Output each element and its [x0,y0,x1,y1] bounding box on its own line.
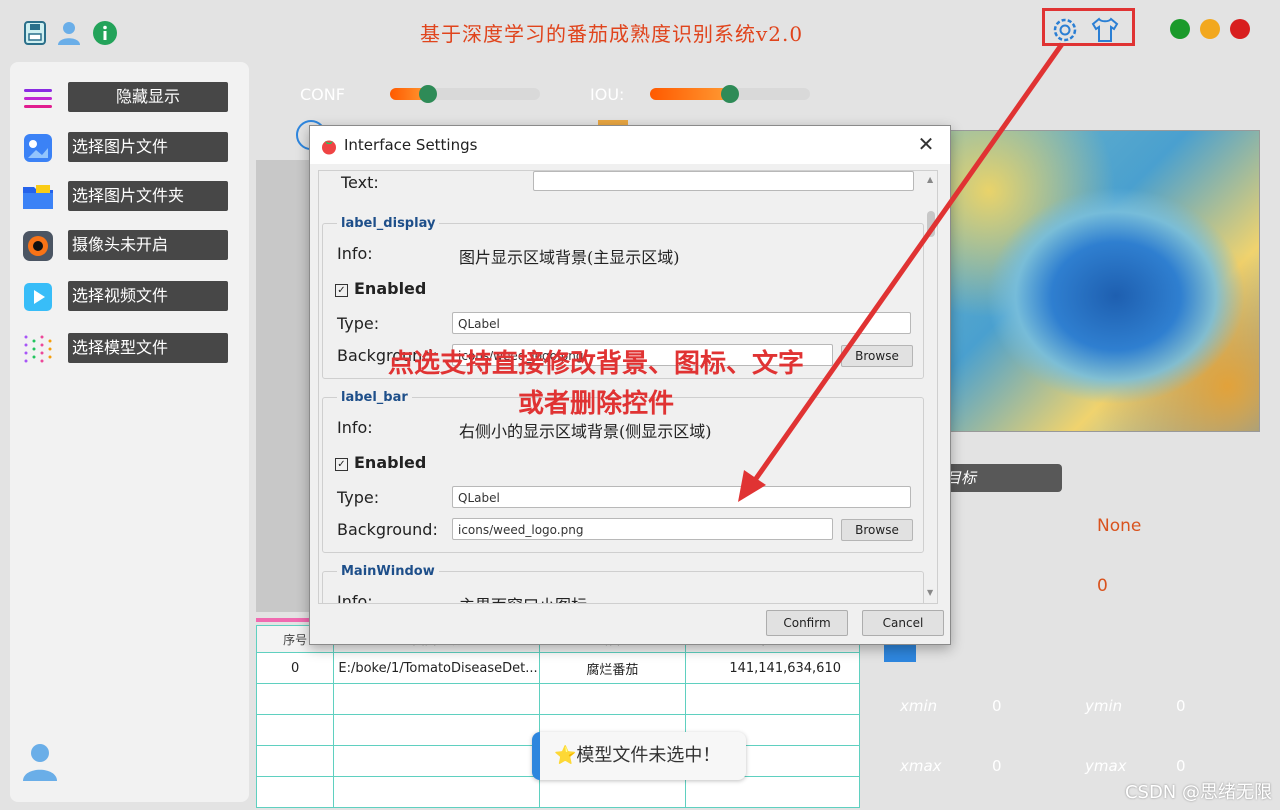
annotation-text: 点选支持直接修改背景、图标、文字 或者删除控件 [356,344,836,424]
watermark: CSDN @思绪无限 [1124,782,1272,803]
annotation-line-1: 点选支持直接修改背景、图标、文字 [387,349,804,379]
annotation-line-2: 或者删除控件 [517,389,674,419]
